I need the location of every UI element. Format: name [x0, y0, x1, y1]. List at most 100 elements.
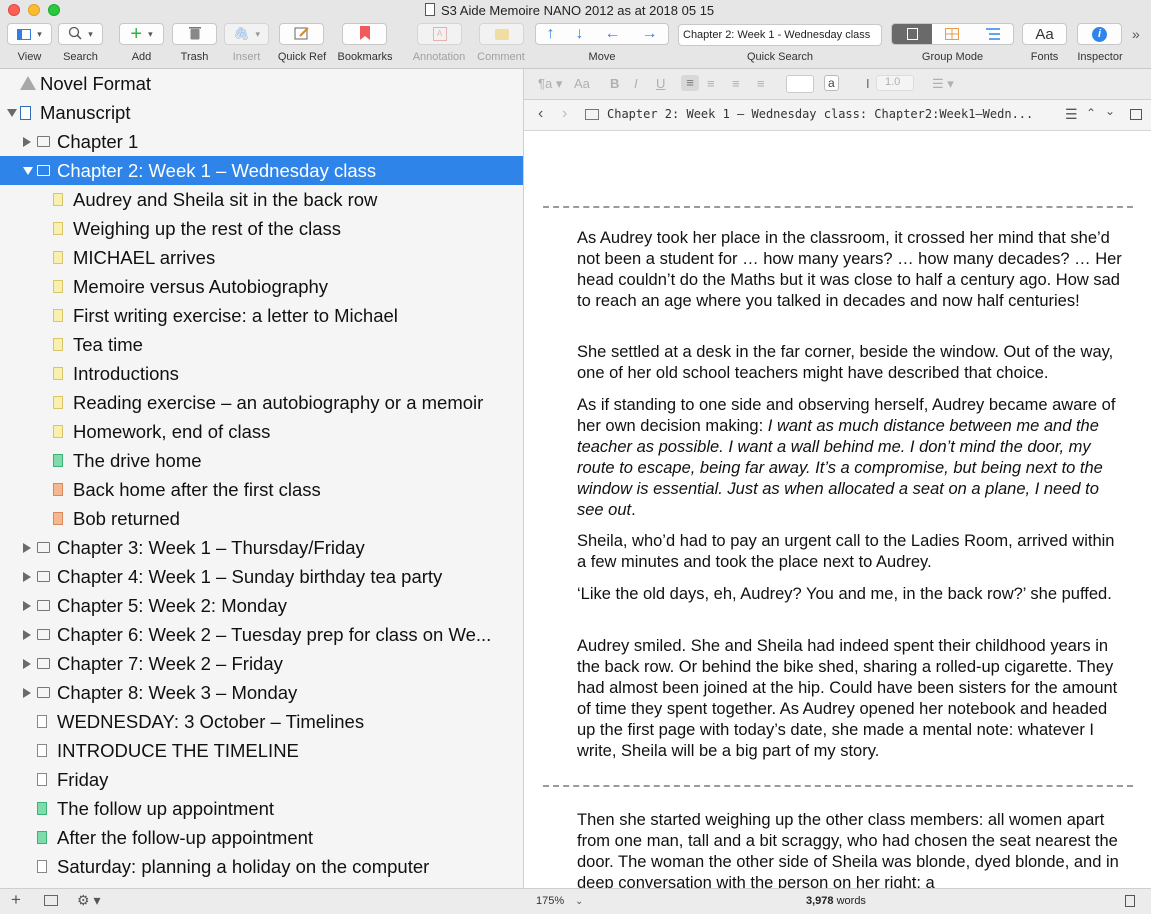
- zoom-window-button[interactable]: [48, 4, 60, 16]
- view-button[interactable]: ▾: [7, 23, 52, 45]
- toolbar-overflow-icon[interactable]: »: [1132, 26, 1140, 42]
- inspector-button[interactable]: i: [1077, 23, 1122, 45]
- binder-item[interactable]: Memoire versus Autobiography: [0, 272, 523, 301]
- quick-ref-button[interactable]: [279, 23, 324, 45]
- arrow-up-icon[interactable]: ↑: [547, 25, 555, 43]
- paragraph-style-icon[interactable]: ¶a ▾: [538, 76, 562, 92]
- list-icon[interactable]: ☰ ▾: [932, 76, 954, 92]
- document-separator: [543, 206, 1133, 208]
- arrow-left-icon[interactable]: ←: [605, 25, 621, 43]
- search-button[interactable]: ▾: [58, 23, 103, 45]
- binder-item[interactable]: Saturday: planning a holiday on the comp…: [0, 852, 523, 881]
- disclosure-closed-icon[interactable]: [23, 543, 31, 553]
- binder-item[interactable]: INTRODUCE THE TIMELINE: [0, 736, 523, 765]
- binder-item[interactable]: Chapter 8: Week 3 – Monday: [0, 678, 523, 707]
- binder-item[interactable]: Friday: [0, 765, 523, 794]
- chevron-down-icon[interactable]: ⌄: [575, 896, 583, 907]
- align-center-icon[interactable]: ≡: [707, 76, 715, 91]
- binder-item[interactable]: Chapter 6: Week 2 – Tuesday prep for cla…: [0, 620, 523, 649]
- binder-item-label: Audrey and Sheila sit in the back row: [73, 189, 378, 210]
- arrow-down-icon[interactable]: ↓: [576, 25, 584, 43]
- text-color-well[interactable]: [786, 75, 814, 93]
- binder-item[interactable]: Weighing up the rest of the class: [0, 214, 523, 243]
- editor-paragraph[interactable]: ‘Like the old days, eh, Audrey? You and …: [577, 584, 1122, 605]
- move-button-group: ↑ ↓ ← →: [535, 23, 669, 45]
- editor[interactable]: As Audrey took her place in the classroo…: [524, 131, 1151, 888]
- header-menu-icon[interactable]: ☰: [1065, 106, 1078, 123]
- binder-item[interactable]: Introductions: [0, 359, 523, 388]
- zoom-control[interactable]: 175%: [536, 895, 564, 907]
- annotation-button[interactable]: A: [417, 23, 462, 45]
- editor-paragraph[interactable]: Audrey smiled. She and Sheila had indeed…: [577, 636, 1122, 762]
- minimize-window-button[interactable]: [28, 4, 40, 16]
- line-spacing-icon[interactable]: I: [866, 76, 870, 91]
- add-button[interactable]: + ▾: [119, 23, 164, 45]
- disclosure-closed-icon[interactable]: [23, 572, 31, 582]
- disclosure-closed-icon[interactable]: [23, 688, 31, 698]
- binder-item[interactable]: Reading exercise – an autobiography or a…: [0, 388, 523, 417]
- insert-button[interactable]: 🖇 ▾: [224, 23, 269, 45]
- comment-button[interactable]: [479, 23, 524, 45]
- bookmarks-button[interactable]: [342, 23, 387, 45]
- gear-icon[interactable]: ⚙ ▾: [77, 892, 100, 909]
- align-left-icon[interactable]: ≡: [681, 75, 699, 91]
- italic-icon[interactable]: I: [634, 76, 638, 91]
- editor-paragraph[interactable]: As Audrey took her place in the classroo…: [577, 228, 1122, 312]
- group-mode-document-icon[interactable]: [892, 24, 933, 44]
- back-arrow-icon[interactable]: ‹: [538, 105, 543, 123]
- editor-paragraph[interactable]: Then she started weighing up the other c…: [577, 810, 1122, 888]
- binder-item[interactable]: First writing exercise: a letter to Mich…: [0, 301, 523, 330]
- binder-item[interactable]: Bob returned: [0, 504, 523, 533]
- doc-yellow-icon: [53, 280, 63, 293]
- forward-arrow-icon[interactable]: ›: [562, 105, 567, 123]
- align-right-icon[interactable]: ≡: [732, 76, 740, 91]
- font-icon[interactable]: Aa: [574, 76, 590, 91]
- binder-item[interactable]: The drive home: [0, 446, 523, 475]
- previous-document-icon[interactable]: ⌃: [1086, 106, 1096, 120]
- binder-item[interactable]: Chapter 1: [0, 127, 523, 156]
- split-editor-icon[interactable]: [1130, 109, 1142, 120]
- add-folder-icon[interactable]: [44, 895, 58, 906]
- group-mode-corkboard-icon[interactable]: [932, 24, 972, 44]
- binder-item[interactable]: MICHAEL arrives: [0, 243, 523, 272]
- binder-item[interactable]: After the follow-up appointment: [0, 823, 523, 852]
- binder-item[interactable]: Homework, end of class: [0, 417, 523, 446]
- group-mode-outliner-icon[interactable]: [973, 24, 1013, 44]
- binder-item[interactable]: Chapter 7: Week 2 – Friday: [0, 649, 523, 678]
- justify-icon[interactable]: ≡: [757, 76, 765, 91]
- underline-icon[interactable]: U: [656, 76, 665, 91]
- disclosure-closed-icon[interactable]: [23, 630, 31, 640]
- binder-item[interactable]: Chapter 2: Week 1 – Wednesday class: [0, 156, 523, 185]
- highlight-picker[interactable]: a: [824, 75, 839, 91]
- trash-button[interactable]: [172, 23, 217, 45]
- binder-item[interactable]: Tea time: [0, 330, 523, 359]
- editor-paragraph[interactable]: She settled at a desk in the far corner,…: [577, 342, 1122, 384]
- binder-item[interactable]: Chapter 4: Week 1 – Sunday birthday tea …: [0, 562, 523, 591]
- binder-item[interactable]: WEDNESDAY: 3 October – Timelines: [0, 707, 523, 736]
- editor-paragraph-with-italic[interactable]: As if standing to one side and observing…: [577, 395, 1122, 521]
- editor-paragraph[interactable]: Sheila, who’d had to pay an urgent call …: [577, 531, 1122, 573]
- word-count-value: 3,978: [806, 895, 834, 907]
- binder-item[interactable]: The follow up appointment: [0, 794, 523, 823]
- binder-item[interactable]: Manuscript: [0, 98, 523, 127]
- targets-icon[interactable]: [1125, 895, 1135, 907]
- close-window-button[interactable]: [8, 4, 20, 16]
- binder-item[interactable]: Chapter 5: Week 2: Monday: [0, 591, 523, 620]
- next-document-icon[interactable]: ⌄: [1105, 104, 1115, 118]
- disclosure-closed-icon[interactable]: [23, 659, 31, 669]
- binder-item[interactable]: Back home after the first class: [0, 475, 523, 504]
- quick-search-field[interactable]: Chapter 2: Week 1 - Wednesday class: [678, 24, 882, 46]
- add-item-icon[interactable]: +: [11, 890, 21, 910]
- binder-item[interactable]: Audrey and Sheila sit in the back row: [0, 185, 523, 214]
- arrow-right-icon[interactable]: →: [642, 25, 658, 43]
- bold-icon[interactable]: B: [610, 76, 619, 91]
- disclosure-open-icon[interactable]: [23, 167, 33, 175]
- document-path[interactable]: Chapter 2: Week 1 – Wednesday class: Cha…: [607, 107, 1057, 121]
- line-spacing-field[interactable]: 1.0: [876, 75, 914, 91]
- disclosure-open-icon[interactable]: [7, 109, 17, 117]
- disclosure-closed-icon[interactable]: [23, 601, 31, 611]
- fonts-button[interactable]: Aa: [1022, 23, 1067, 45]
- binder-item[interactable]: Novel Format: [0, 69, 523, 98]
- disclosure-closed-icon[interactable]: [23, 137, 31, 147]
- binder-item[interactable]: Chapter 3: Week 1 – Thursday/Friday: [0, 533, 523, 562]
